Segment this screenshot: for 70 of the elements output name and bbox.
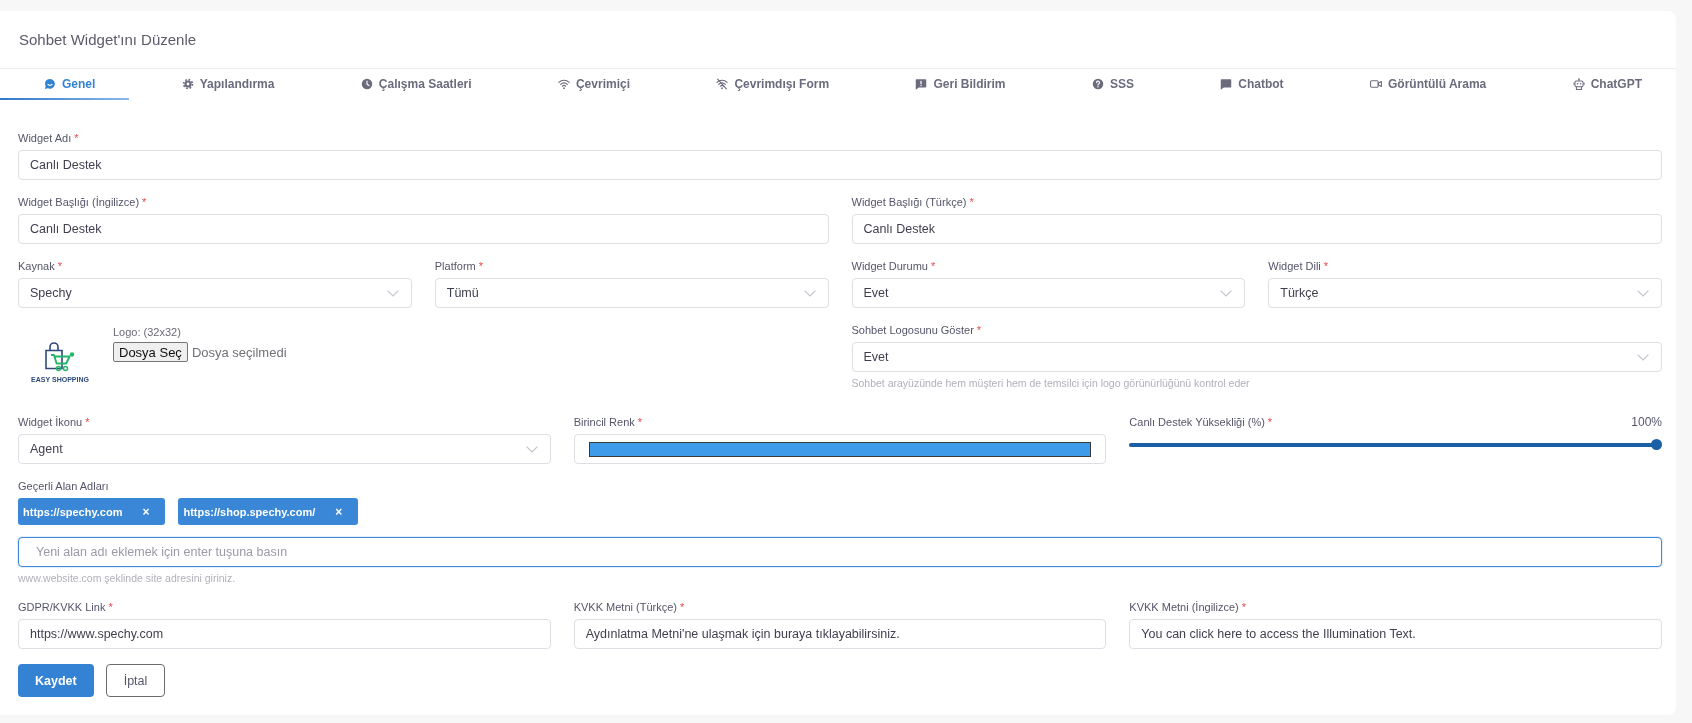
wifi-off-icon (716, 77, 729, 90)
tag-text: https://shop.spechy.com/ (183, 505, 316, 518)
clock-icon (360, 77, 373, 90)
slider-value-text: 100% (1631, 415, 1662, 429)
cancel-button[interactable]: İptal (105, 664, 166, 697)
tab[interactable]: ChatGPT (1528, 69, 1676, 100)
video-camera-icon (1370, 77, 1382, 90)
chat-bubble-smile-icon (44, 77, 56, 90)
page-title: Sohbet Widget'ını Düzenle (19, 31, 197, 48)
field-label: Logo: (32x32) (113, 325, 182, 339)
tab[interactable]: Çalışma Saatleri (316, 69, 506, 100)
chevron-down-icon (1637, 353, 1649, 361)
field-label: Birincil Renk * (573, 415, 644, 429)
question-circle-icon (1091, 77, 1104, 90)
field-label: Widget İkonu * (18, 415, 91, 429)
tab[interactable]: Çevrimiçi (513, 69, 664, 100)
field-label: Widget Dili * (1268, 259, 1330, 273)
field-label: KVKK Metni (Türkçe) * (573, 600, 686, 614)
tag-text: https://spechy.com (23, 505, 123, 518)
select-field[interactable]: Evet (851, 342, 1662, 372)
chevron-down-icon (1220, 289, 1233, 297)
field-label: Widget Adı * (18, 131, 80, 145)
select-field[interactable]: Agent (18, 434, 551, 464)
field-label: Kaynak * (18, 259, 63, 273)
help-text: Sohbet arayüzünde hem müşteri hem de temsilci için logo görünürlüğünü kontrol eder (851, 376, 1251, 390)
wifi-icon (557, 77, 570, 90)
help-text: www.website.com şeklinde site adresini giriniz. (18, 571, 237, 585)
field-label: Geçerli Alan Adları (18, 479, 110, 493)
text-input[interactable]: Canlı Destek (18, 150, 1662, 180)
exclamation-bubble-icon (915, 77, 928, 90)
chevron-down-icon (525, 445, 538, 453)
gear-icon (181, 77, 194, 90)
chevron-down-icon (1637, 289, 1649, 297)
text-input[interactable]: You can click here to access the Illumination Text. (1129, 619, 1662, 649)
domain-input[interactable]: Yeni alan adı eklemek için enter tuşuna basın (18, 537, 1662, 567)
select-field[interactable]: Tümü (434, 278, 829, 308)
slider-thumb[interactable] (1651, 439, 1662, 450)
field-label: Sohbet Logosunu Göster * (851, 323, 983, 337)
remove-tag-button[interactable]: × (142, 504, 150, 519)
chevron-down-icon (803, 289, 816, 297)
select-field[interactable]: Evet (851, 278, 1246, 308)
save-button[interactable]: Kaydet (18, 664, 94, 697)
select-field[interactable]: Spechy (18, 278, 412, 308)
shopping-bag-cart-icon (45, 342, 75, 372)
field-label: GDPR/KVKK Link * (18, 600, 114, 614)
tab[interactable]: Chatbot (1176, 69, 1318, 100)
field-label: Canlı Destek Yüksekliği (%) * (1129, 415, 1273, 429)
field-label: Widget Başlığı (İngilizce) * (18, 195, 148, 209)
file-status-text: Dosya seçilmedi (191, 344, 287, 360)
choose-file-button[interactable]: Dosya Seç (113, 342, 188, 362)
tab[interactable]: Geri Bildirim (871, 69, 1040, 100)
chat-bubble-icon (1220, 77, 1233, 90)
tab[interactable]: SSS (1047, 69, 1168, 100)
text-input[interactable]: Canlı Destek (18, 214, 829, 244)
tab[interactable]: Çevrimdışı Form (672, 69, 864, 100)
field-label: Widget Başlığı (Türkçe) * (851, 195, 975, 209)
tab[interactable]: Görüntülü Arama (1326, 69, 1521, 100)
remove-tag-button[interactable]: × (335, 504, 343, 519)
field-label: Platform * (434, 259, 484, 273)
field-label: KVKK Metni (İngilizce) * (1129, 600, 1248, 614)
text-input[interactable]: Aydınlatma Metni'ne ulaşmak için buraya tıklayabilirsiniz. (573, 619, 1107, 649)
field-label: Widget Durumu * (851, 259, 937, 273)
text-input[interactable]: https://www.spechy.com (18, 619, 551, 649)
text-input[interactable]: Canlı Destek (851, 214, 1662, 244)
tab[interactable]: Genel (0, 69, 130, 100)
tab[interactable]: Yapılandırma (137, 69, 309, 100)
color-field[interactable] (573, 434, 1107, 464)
select-field[interactable]: Türkçe (1268, 278, 1662, 308)
robot-icon (1572, 77, 1585, 90)
chevron-down-icon (386, 289, 399, 297)
